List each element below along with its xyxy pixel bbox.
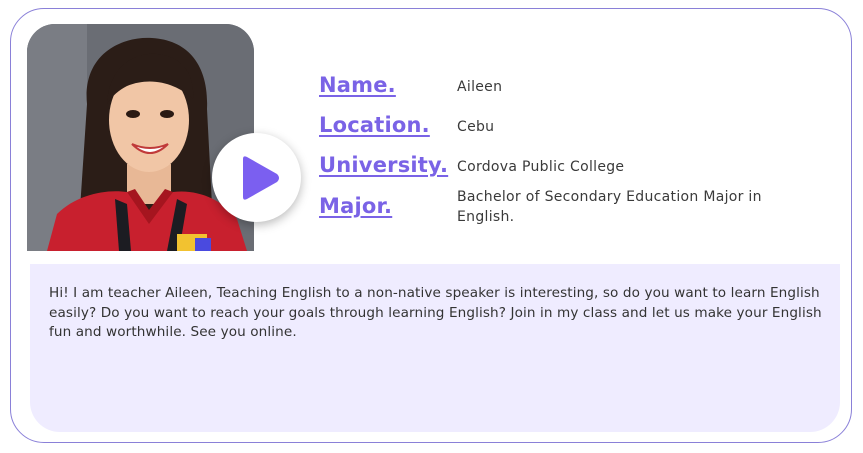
name-label: Name. xyxy=(319,73,396,97)
location-label: Location. xyxy=(319,113,430,137)
bio-section: Hi! I am teacher Aileen, Teaching Englis… xyxy=(30,264,840,432)
major-label: Major. xyxy=(319,194,393,218)
location-value: Cebu xyxy=(457,119,495,135)
play-icon xyxy=(243,156,279,200)
bio-text: Hi! I am teacher Aileen, Teaching Englis… xyxy=(49,285,822,340)
name-value: Aileen xyxy=(457,79,503,95)
teacher-photo xyxy=(27,24,254,251)
major-value: Bachelor of Secondary Education Major in… xyxy=(457,189,762,225)
university-label: University. xyxy=(319,153,449,177)
university-value: Cordova Public College xyxy=(457,159,625,175)
play-video-button[interactable] xyxy=(212,133,301,222)
